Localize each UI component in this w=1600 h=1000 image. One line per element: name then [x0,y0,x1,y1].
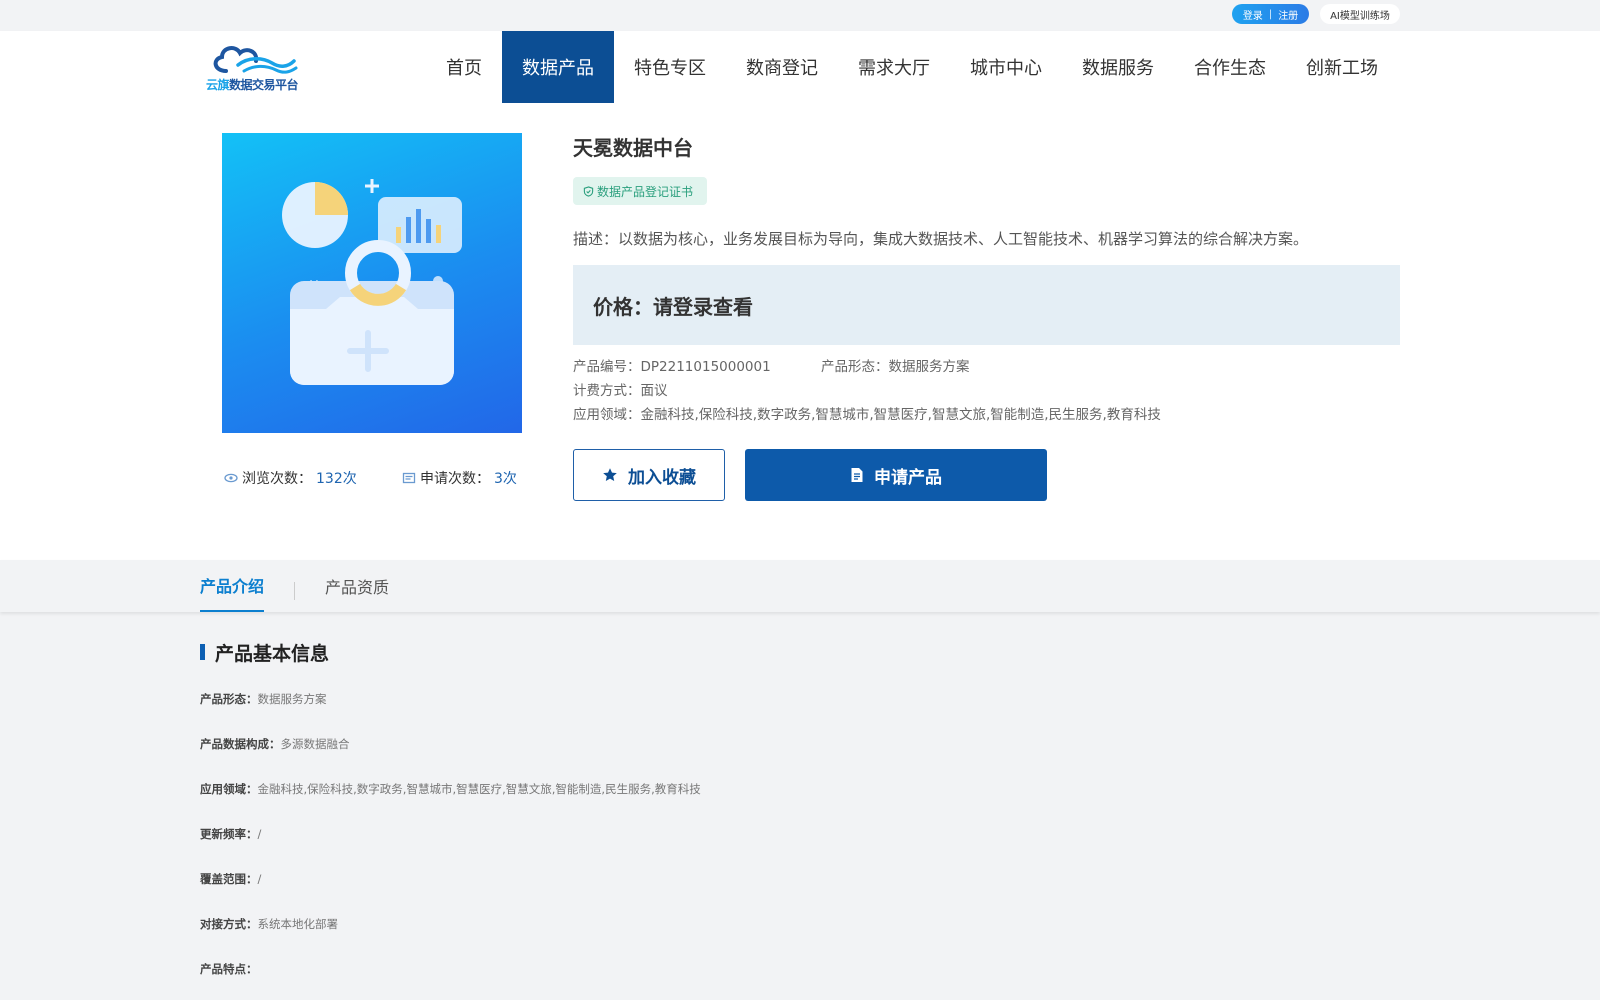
nav-item-merchant-registration[interactable]: 数商登记 [726,31,838,103]
field-application-domain: 应用领域：金融科技,保险科技,数字政务,智慧城市,智慧医疗,智慧文旅,智能制造,… [200,782,701,796]
product-meta: 产品编号：DP2211015000001 产品形态：数据服务方案 计费方式：面议… [573,355,1400,427]
field-product-features: 产品特点： [200,962,258,976]
site-header: 云旗数据交易平台 首页 数据产品 特色专区 数商登记 需求大厅 城市中心 数据服… [0,31,1600,103]
top-utility-bar: 登录 | 注册 AI模型训练场 [0,0,1600,31]
tab-divider [294,582,295,600]
field-coverage: 覆盖范围：/ [200,872,262,886]
field-integration-method: 对接方式：系统本地化部署 [200,917,338,931]
nav-item-data-products[interactable]: 数据产品 [502,31,614,103]
certificate-badge[interactable]: 数据产品登记证书 [573,177,708,205]
login-separator: | [1268,8,1273,20]
apply-count-value: 3次 [494,471,517,487]
tab-product-intro[interactable]: 产品介绍 [200,560,265,612]
nav-item-partners[interactable]: 合作生态 [1174,31,1286,103]
register-link[interactable]: 注册 [1278,7,1298,22]
section-title: 产品基本信息 [200,640,330,665]
product-code: 产品编号：DP2211015000001 [573,359,771,375]
product-stats: 浏览次数： 132次 申请次数： 3次 [222,468,522,490]
product-title: 天冕数据中台 [573,136,693,160]
view-count: 浏览次数： 132次 [224,468,357,488]
tab-product-qualification[interactable]: 产品资质 [325,560,389,612]
document-icon [851,468,863,482]
eye-icon [224,473,238,483]
apply-count-label: 申请次数： [420,471,490,487]
field-update-frequency: 更新频率：/ [200,827,262,841]
product-info: 天冕数据中台 数据产品登记证书 描述：以数据为核心，业务发展目标为导向，集成大数… [573,133,1400,501]
shield-check-icon [583,185,594,197]
cloud-logo-icon [213,46,298,74]
nav-item-demand-hall[interactable]: 需求大厅 [838,31,950,103]
login-register-pill: 登录 | 注册 [1232,4,1309,24]
price-text: 价格：请登录查看 [593,294,753,319]
nav-item-innovation[interactable]: 创新工场 [1286,31,1398,103]
add-favorite-button[interactable]: 加入收藏 [573,449,725,501]
main-nav: 首页 数据产品 特色专区 数商登记 需求大厅 城市中心 数据服务 合作生态 创新… [426,31,1398,103]
apply-product-label: 申请产品 [874,467,942,488]
price-box: 价格：请登录查看 [573,265,1400,345]
detail-tabs: 产品介绍 产品资质 [0,560,1600,612]
view-count-label: 浏览次数： [242,471,312,487]
action-buttons: 加入收藏 申请产品 [573,449,1400,501]
product-description: 描述：以数据为核心，业务发展目标为导向，集成大数据技术、人工智能技术、机器学习算… [573,230,1309,248]
certificate-label: 数据产品登记证书 [597,184,694,199]
star-icon [603,468,617,481]
nav-item-featured[interactable]: 特色专区 [614,31,726,103]
data-folder-illustration-icon [282,179,462,385]
login-link[interactable]: 登录 [1243,7,1263,22]
field-product-form: 产品形态：数据服务方案 [200,692,327,706]
ai-training-link[interactable]: AI模型训练场 [1320,4,1400,24]
nav-item-city-center[interactable]: 城市中心 [950,31,1062,103]
section-title-bar [200,644,205,660]
nav-item-home[interactable]: 首页 [426,31,502,103]
add-favorite-label: 加入收藏 [628,467,696,488]
nav-item-data-services[interactable]: 数据服务 [1062,31,1174,103]
product-image [222,133,522,433]
site-logo[interactable]: 云旗数据交易平台 [206,41,302,93]
apply-count: 申请次数： 3次 [402,468,517,488]
view-count-value: 132次 [316,471,357,487]
logo-text: 云旗数据交易平台 [206,78,299,92]
field-data-composition: 产品数据构成：多源数据融合 [200,737,350,751]
application-domain: 应用领域：金融科技,保险科技,数字政务,智慧城市,智慧医疗,智慧文旅,智能制造,… [573,407,1161,423]
section-title-text: 产品基本信息 [215,642,330,665]
billing-method: 计费方式：面议 [573,383,668,399]
product-summary: 浏览次数： 132次 申请次数： 3次 天冕数据中台 数据产品登记证书 描述：以数据… [0,103,1600,560]
apply-product-button[interactable]: 申请产品 [745,449,1047,501]
product-form: 产品形态：数据服务方案 [821,359,970,375]
form-icon [402,472,416,484]
